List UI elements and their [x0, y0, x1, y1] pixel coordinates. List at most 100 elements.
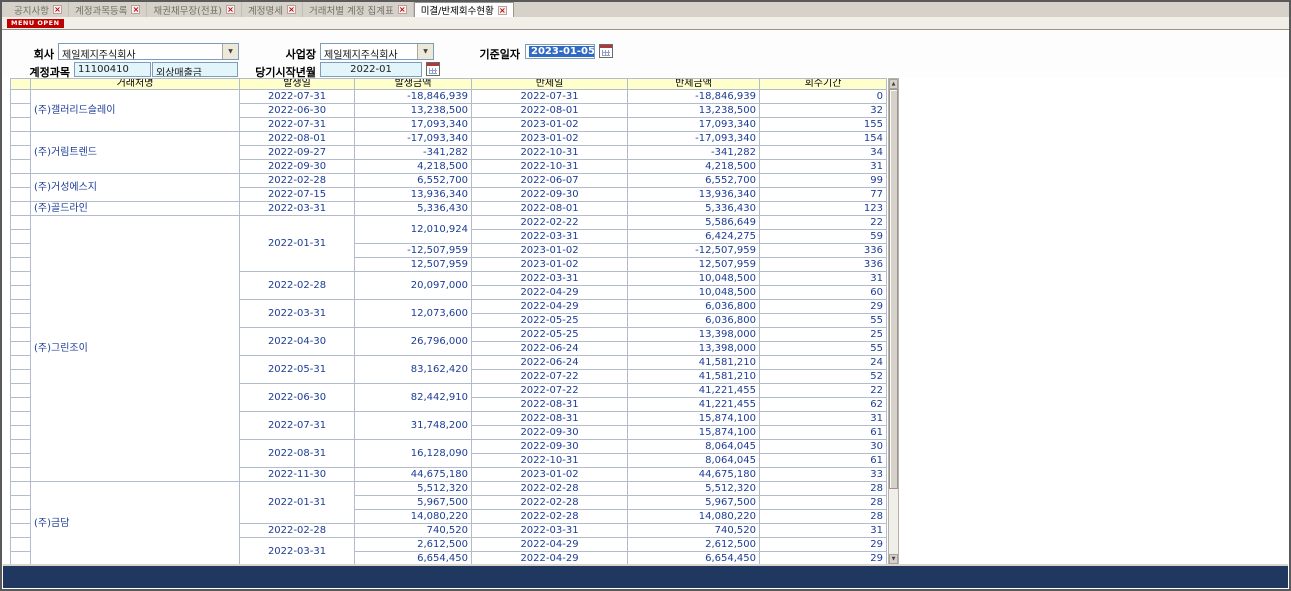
cell-occur-date[interactable]: 2022-09-27 — [240, 146, 355, 160]
cell-occur-amount[interactable]: 13,936,340 — [355, 188, 472, 202]
cell-occur-amount[interactable]: -12,507,959 — [355, 244, 472, 258]
tab-close-icon[interactable]: × — [398, 5, 407, 14]
cell-occur-date[interactable]: 2022-03-31 — [240, 538, 355, 566]
cell-occur-date[interactable]: 2022-02-28 — [240, 524, 355, 538]
row-selector[interactable] — [11, 202, 31, 216]
cell-collect-days[interactable]: 29 — [760, 538, 887, 552]
cell-occur-date[interactable]: 2022-09-30 — [240, 160, 355, 174]
cell-occur-amount[interactable]: 20,097,000 — [355, 272, 472, 300]
cell-occur-date[interactable]: 2022-07-31 — [240, 90, 355, 104]
row-selector[interactable] — [11, 104, 31, 118]
menu-open-button[interactable]: MENU OPEN — [7, 19, 64, 28]
cell-collect-days[interactable]: 32 — [760, 104, 887, 118]
cell-collect-days[interactable]: 55 — [760, 314, 887, 328]
cell-settle-amount[interactable]: 13,398,000 — [628, 328, 760, 342]
row-selector[interactable] — [11, 496, 31, 510]
cell-settle-date[interactable]: 2023-01-02 — [472, 132, 628, 146]
cell-occur-amount[interactable]: 740,520 — [355, 524, 472, 538]
cell-occur-date[interactable]: 2022-04-30 — [240, 328, 355, 356]
tab-close-icon[interactable]: × — [498, 6, 507, 15]
cell-settle-date[interactable]: 2022-08-31 — [472, 398, 628, 412]
cell-occur-amount[interactable]: 5,336,430 — [355, 202, 472, 216]
cell-settle-date[interactable]: 2022-07-31 — [472, 90, 628, 104]
cell-collect-days[interactable]: 61 — [760, 426, 887, 440]
row-selector[interactable] — [11, 468, 31, 482]
cell-occur-date[interactable]: 2022-05-31 — [240, 356, 355, 384]
cell-settle-amount[interactable]: 10,048,500 — [628, 286, 760, 300]
cell-occur-amount[interactable]: 5,512,320 — [355, 482, 472, 496]
cell-settle-amount[interactable]: -17,093,340 — [628, 132, 760, 146]
cell-collect-days[interactable]: 28 — [760, 510, 887, 524]
cell-occur-amount[interactable]: 5,967,500 — [355, 496, 472, 510]
cell-settle-amount[interactable]: 5,586,649 — [628, 216, 760, 230]
cell-occur-date[interactable]: 2022-06-30 — [240, 104, 355, 118]
row-selector[interactable] — [11, 90, 31, 104]
tab-close-icon[interactable]: × — [287, 5, 296, 14]
chevron-down-icon[interactable]: ▼ — [222, 44, 238, 59]
cell-occur-amount[interactable]: 44,675,180 — [355, 468, 472, 482]
cell-occur-amount[interactable]: 16,128,090 — [355, 440, 472, 468]
cell-collect-days[interactable]: 31 — [760, 272, 887, 286]
cell-settle-amount[interactable]: 4,218,500 — [628, 160, 760, 174]
cell-settle-amount[interactable]: 41,221,455 — [628, 398, 760, 412]
cell-settle-date[interactable]: 2022-03-31 — [472, 524, 628, 538]
cell-occur-amount[interactable]: 17,093,340 — [355, 118, 472, 132]
cell-occur-amount[interactable]: 12,073,600 — [355, 300, 472, 328]
cell-occur-date[interactable]: 2022-02-28 — [240, 272, 355, 300]
row-selector[interactable] — [11, 370, 31, 384]
cell-settle-amount[interactable]: 41,581,210 — [628, 356, 760, 370]
cell-collect-days[interactable]: 154 — [760, 132, 887, 146]
row-selector[interactable] — [11, 384, 31, 398]
cell-settle-amount[interactable]: 17,093,340 — [628, 118, 760, 132]
cell-collect-days[interactable]: 31 — [760, 160, 887, 174]
base-date-input[interactable]: 2023-01-05 — [525, 44, 595, 59]
cell-settle-date[interactable]: 2022-02-28 — [472, 510, 628, 524]
cell-occur-amount[interactable]: 6,654,450 — [355, 552, 472, 566]
cell-settle-amount[interactable]: 6,036,800 — [628, 314, 760, 328]
row-selector[interactable] — [11, 412, 31, 426]
cell-settle-date[interactable]: 2022-10-31 — [472, 160, 628, 174]
row-selector[interactable] — [11, 482, 31, 496]
row-selector[interactable] — [11, 314, 31, 328]
tab-account-subjects[interactable]: 계정과목등록 × — [69, 2, 147, 17]
cell-collect-days[interactable]: 28 — [760, 482, 887, 496]
cell-collect-days[interactable]: 123 — [760, 202, 887, 216]
cell-settle-date[interactable]: 2023-01-02 — [472, 244, 628, 258]
row-selector[interactable] — [11, 258, 31, 272]
row-selector[interactable] — [11, 510, 31, 524]
cell-settle-amount[interactable]: -18,846,939 — [628, 90, 760, 104]
row-selector[interactable] — [11, 342, 31, 356]
cell-settle-date[interactable]: 2022-08-31 — [472, 412, 628, 426]
tab-close-icon[interactable]: × — [131, 5, 140, 14]
cell-occur-date[interactable]: 2022-01-31 — [240, 482, 355, 524]
row-selector[interactable] — [11, 188, 31, 202]
cell-collect-days[interactable]: 29 — [760, 300, 887, 314]
row-selector[interactable] — [11, 286, 31, 300]
cell-occur-amount[interactable]: 12,010,924 — [355, 216, 472, 244]
cell-collect-days[interactable]: 155 — [760, 118, 887, 132]
cell-occur-amount[interactable]: 13,238,500 — [355, 104, 472, 118]
row-selector[interactable] — [11, 398, 31, 412]
scroll-up-icon[interactable]: ▲ — [889, 79, 898, 89]
cell-settle-date[interactable]: 2023-01-02 — [472, 118, 628, 132]
cell-settle-date[interactable]: 2022-09-30 — [472, 440, 628, 454]
row-selector[interactable] — [11, 216, 31, 230]
cell-occur-date[interactable]: 2022-01-31 — [240, 216, 355, 272]
cell-settle-amount[interactable]: -12,507,959 — [628, 244, 760, 258]
cell-settle-amount[interactable]: 41,221,455 — [628, 384, 760, 398]
cell-occur-date[interactable]: 2022-03-31 — [240, 202, 355, 216]
row-selector[interactable] — [11, 538, 31, 552]
cell-settle-amount[interactable]: 8,064,045 — [628, 454, 760, 468]
cell-settle-date[interactable]: 2022-05-25 — [472, 328, 628, 342]
cell-settle-date[interactable]: 2022-04-29 — [472, 286, 628, 300]
cell-occur-amount[interactable]: 4,218,500 — [355, 160, 472, 174]
cell-occur-date[interactable]: 2022-07-15 — [240, 188, 355, 202]
cell-settle-amount[interactable]: 15,874,100 — [628, 412, 760, 426]
cell-collect-days[interactable]: 22 — [760, 384, 887, 398]
row-selector[interactable] — [11, 356, 31, 370]
cell-settle-amount[interactable]: 41,581,210 — [628, 370, 760, 384]
cell-collect-days[interactable]: 34 — [760, 146, 887, 160]
cell-settle-amount[interactable]: 6,552,700 — [628, 174, 760, 188]
row-selector[interactable] — [11, 160, 31, 174]
cell-occur-amount[interactable]: 26,796,000 — [355, 328, 472, 356]
